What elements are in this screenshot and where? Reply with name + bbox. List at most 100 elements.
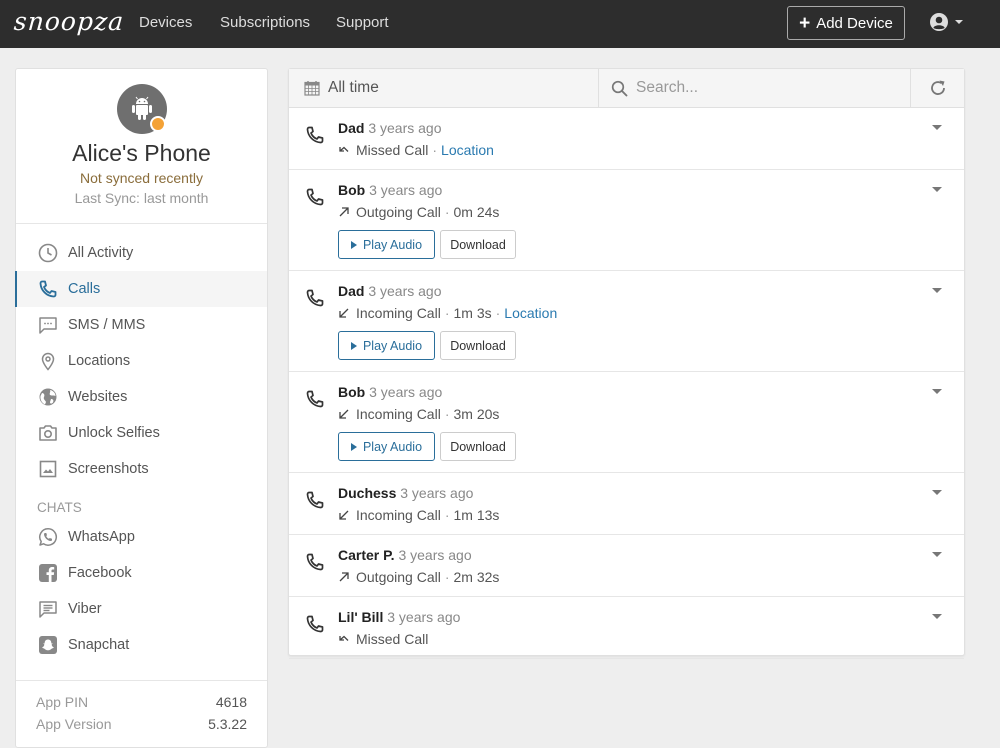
calls-panel: All time Dad 3 years ago Missed Call ·Lo… (288, 68, 965, 659)
image-icon (39, 460, 57, 478)
expand-caret-icon[interactable] (932, 614, 942, 619)
call-time: 3 years ago (400, 485, 474, 501)
user-circle-icon (930, 13, 948, 31)
call-details: Missed Call · Location (338, 139, 964, 160)
expand-caret-icon[interactable] (932, 187, 942, 192)
location-link[interactable]: Location (441, 142, 494, 158)
calendar-icon (304, 81, 320, 96)
play-audio-label: Play Audio (362, 338, 423, 353)
sidebar-item-viber[interactable]: Viber (16, 591, 267, 627)
android-icon (132, 96, 152, 120)
user-menu[interactable] (929, 12, 963, 32)
play-audio-button[interactable]: Play Audio (338, 432, 435, 461)
call-row[interactable]: Dad 3 years ago Missed Call · Location (289, 108, 964, 170)
call-type: Incoming Call (356, 506, 441, 523)
separator: · (444, 405, 450, 422)
chats-section-label: CHATS (37, 500, 82, 515)
call-row[interactable]: Dad 3 years ago Incoming Call · 1m 3s · Loc… (289, 271, 964, 372)
call-row[interactable]: Bob 3 years ago Outgoing Call · 0m 24s Pl… (289, 170, 964, 271)
call-type: Outgoing Call (356, 568, 441, 585)
refresh-button[interactable] (911, 69, 964, 107)
app-logo[interactable]: snoopza (13, 7, 125, 36)
download-button[interactable]: Download (440, 432, 516, 461)
chevron-down-icon (955, 20, 963, 24)
call-row[interactable]: Lil' Bill 3 years ago Missed Call (289, 597, 964, 659)
expand-caret-icon[interactable] (932, 288, 942, 293)
sidebar-item-all-activity[interactable]: All Activity (16, 235, 267, 271)
play-audio-button[interactable]: Play Audio (338, 331, 435, 360)
download-label: Download (450, 439, 506, 454)
call-details: Outgoing Call · 2m 32s (338, 566, 964, 587)
sidebar-item-unlock-selfies[interactable]: Unlock Selfies (16, 415, 267, 451)
sidebar-item-screenshots[interactable]: Screenshots (16, 451, 267, 487)
call-row[interactable]: Duchess 3 years ago Incoming Call · 1m 13… (289, 473, 964, 535)
date-filter[interactable]: All time (289, 69, 599, 107)
download-button[interactable]: Download (440, 331, 516, 360)
contact-name: Bob (338, 182, 366, 198)
sidebar-item-snapchat[interactable]: Snapchat (16, 627, 267, 663)
call-header: Dad 3 years ago (338, 283, 964, 302)
top-navbar: snoopza Devices Subscriptions Support + … (0, 0, 1000, 48)
device-name: Alice's Phone (72, 140, 211, 166)
search-box (599, 69, 911, 107)
last-sync: Last Sync: last month (74, 190, 209, 206)
sidebar-item-label: Locations (68, 353, 131, 369)
sidebar-item-websites[interactable]: Websites (16, 379, 267, 415)
app-version-row: App Version 5.3.22 (36, 713, 247, 735)
nav-subscriptions[interactable]: Subscriptions (220, 14, 310, 31)
sidebar-item-calls[interactable]: Calls (15, 271, 267, 307)
sidebar-item-label: WhatsApp (68, 529, 135, 545)
location-link[interactable]: Location (504, 305, 557, 321)
phone-icon (306, 553, 324, 571)
incoming-arrow-icon (338, 509, 352, 521)
separator: · (444, 506, 450, 523)
sidebar-item-label: All Activity (68, 245, 134, 261)
sidebar-item-facebook[interactable]: Facebook (16, 555, 267, 591)
separator: · (444, 304, 450, 321)
sidebar-item-whatsapp[interactable]: WhatsApp (16, 519, 267, 555)
sidebar-item-label: Snapchat (68, 637, 130, 653)
refresh-icon (930, 80, 945, 95)
search-icon (611, 80, 628, 96)
play-icon (350, 240, 357, 249)
separator: · (495, 304, 501, 321)
expand-caret-icon[interactable] (932, 552, 942, 557)
app-pin-row: App PIN 4618 (36, 691, 247, 713)
app-info: App PIN 4618 App Version 5.3.22 (16, 680, 267, 735)
separator: · (432, 141, 438, 158)
phone-icon (306, 615, 324, 633)
nav-devices[interactable]: Devices (139, 14, 192, 31)
sidebar-item-sms-mms[interactable]: SMS / MMS (16, 307, 267, 343)
nav-support[interactable]: Support (336, 14, 389, 31)
map-pin-icon (41, 352, 55, 371)
camera-icon (39, 425, 57, 441)
phone-icon (39, 280, 57, 298)
call-row[interactable]: Bob 3 years ago Incoming Call · 3m 20s Pl… (289, 372, 964, 473)
play-audio-button[interactable]: Play Audio (338, 230, 435, 259)
search-input[interactable] (636, 79, 896, 97)
expand-caret-icon[interactable] (932, 389, 942, 394)
call-row[interactable]: Carter P. 3 years ago Outgoing Call · 2m … (289, 535, 964, 597)
calls-toolbar: All time (289, 69, 964, 108)
chat-bubble-icon (39, 317, 57, 334)
device-header: Alice's Phone Not synced recently Last S… (16, 69, 267, 224)
call-type: Missed Call (356, 630, 429, 647)
call-details: Outgoing Call · 0m 24s (338, 201, 964, 222)
call-time: 3 years ago (369, 384, 443, 400)
sidebar-menu: All Activity Calls SMS / MMS Locations W… (15, 224, 267, 663)
outgoing-arrow-icon (338, 571, 352, 583)
expand-caret-icon[interactable] (932, 125, 942, 130)
add-device-button[interactable]: + Add Device (787, 6, 905, 40)
call-time: 3 years ago (368, 283, 442, 299)
message-icon (39, 601, 57, 618)
call-header: Duchess 3 years ago (338, 485, 964, 504)
separator: · (444, 203, 450, 220)
incoming-arrow-icon (338, 307, 352, 319)
expand-caret-icon[interactable] (932, 490, 942, 495)
call-header: Lil' Bill 3 years ago (338, 609, 964, 628)
call-actions: Play Audio Download (338, 331, 964, 360)
call-duration: 2m 32s (453, 568, 500, 585)
download-button[interactable]: Download (440, 230, 516, 259)
call-actions: Play Audio Download (338, 432, 964, 461)
sidebar-item-locations[interactable]: Locations (16, 343, 267, 379)
